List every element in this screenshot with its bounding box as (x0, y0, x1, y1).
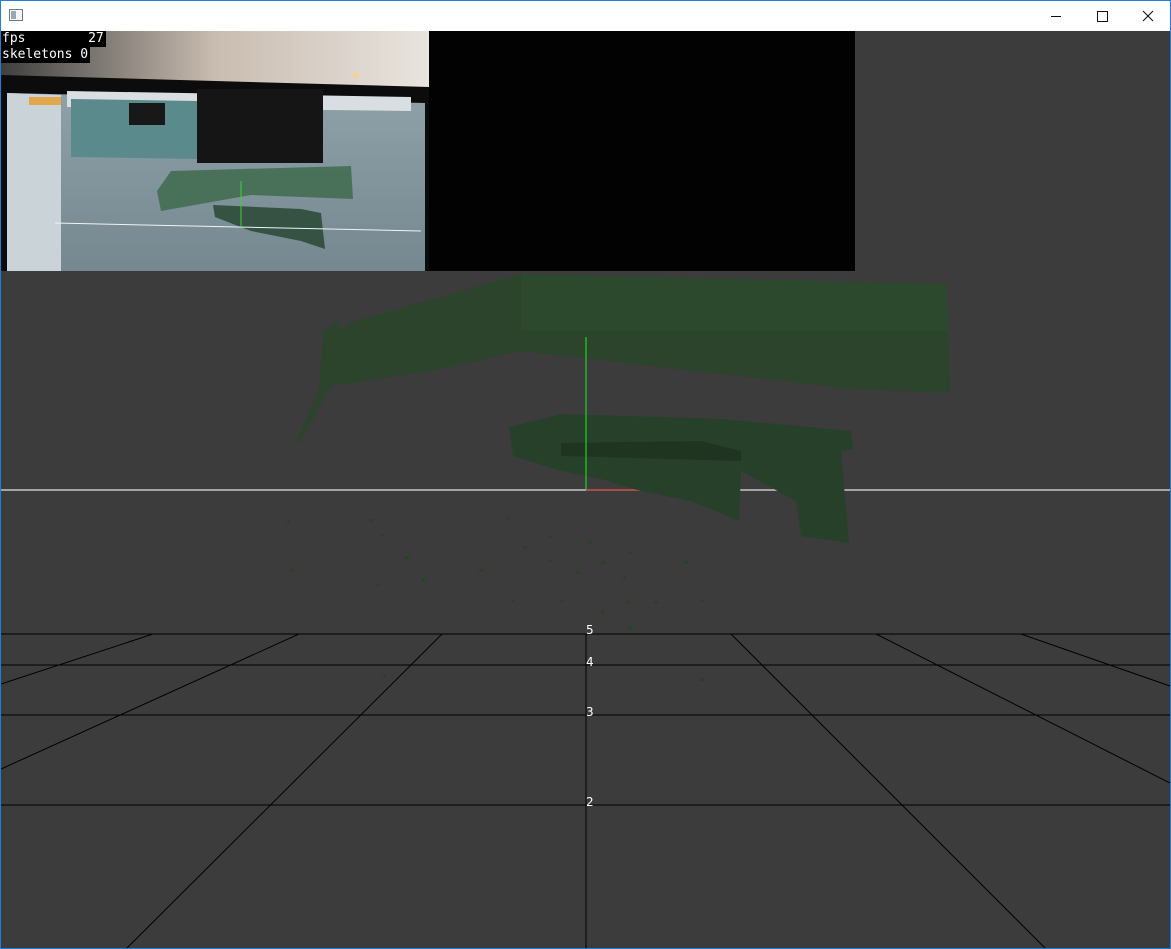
grid-line-radial (126, 633, 443, 948)
point-cloud-noise (287, 517, 704, 681)
fps-readout: fps 27 (1, 31, 106, 47)
grid-distance-label: 3 (586, 705, 594, 719)
maximize-button[interactable] (1079, 1, 1125, 31)
title-bar[interactable] (1, 1, 1170, 31)
floor-grid (1, 633, 1170, 948)
rgb-camera-feed (1, 31, 429, 271)
minimize-icon (1051, 15, 1061, 17)
point-cloud (287, 274, 951, 681)
3d-viewport[interactable]: 5 4 3 2 fps 27 skeletons 0 (1, 31, 1170, 948)
grid-distance-label: 5 (586, 623, 594, 637)
maximize-icon (1096, 10, 1108, 22)
close-icon (1142, 10, 1154, 22)
grid-line-radial (875, 633, 1170, 784)
point-cloud-wall-upper (521, 274, 949, 331)
point-cloud-object (509, 414, 853, 543)
minimize-button[interactable] (1033, 1, 1079, 31)
grid-line-radial (1, 633, 154, 685)
fps-label: fps (2, 31, 26, 46)
grid-distance-label: 4 (586, 655, 594, 669)
fps-value: 27 (88, 31, 104, 46)
grid-line-radial (730, 633, 1046, 948)
app-icon (9, 9, 23, 21)
stats-overlay: fps 27 skeletons 0 (1, 31, 106, 63)
grid-distance-label: 2 (586, 795, 594, 809)
depth-camera-feed (429, 31, 855, 271)
grid-line-radial (1, 633, 300, 770)
app-window: 5 4 3 2 fps 27 skeletons 0 (0, 0, 1171, 949)
skeletons-readout: skeletons 0 (1, 47, 91, 63)
rgb-camera-image (1, 31, 429, 271)
close-button[interactable] (1125, 1, 1170, 31)
skeletons-label: skeletons (2, 47, 73, 62)
skeletons-value: 0 (80, 47, 89, 62)
grid-line-radial (1020, 633, 1170, 687)
